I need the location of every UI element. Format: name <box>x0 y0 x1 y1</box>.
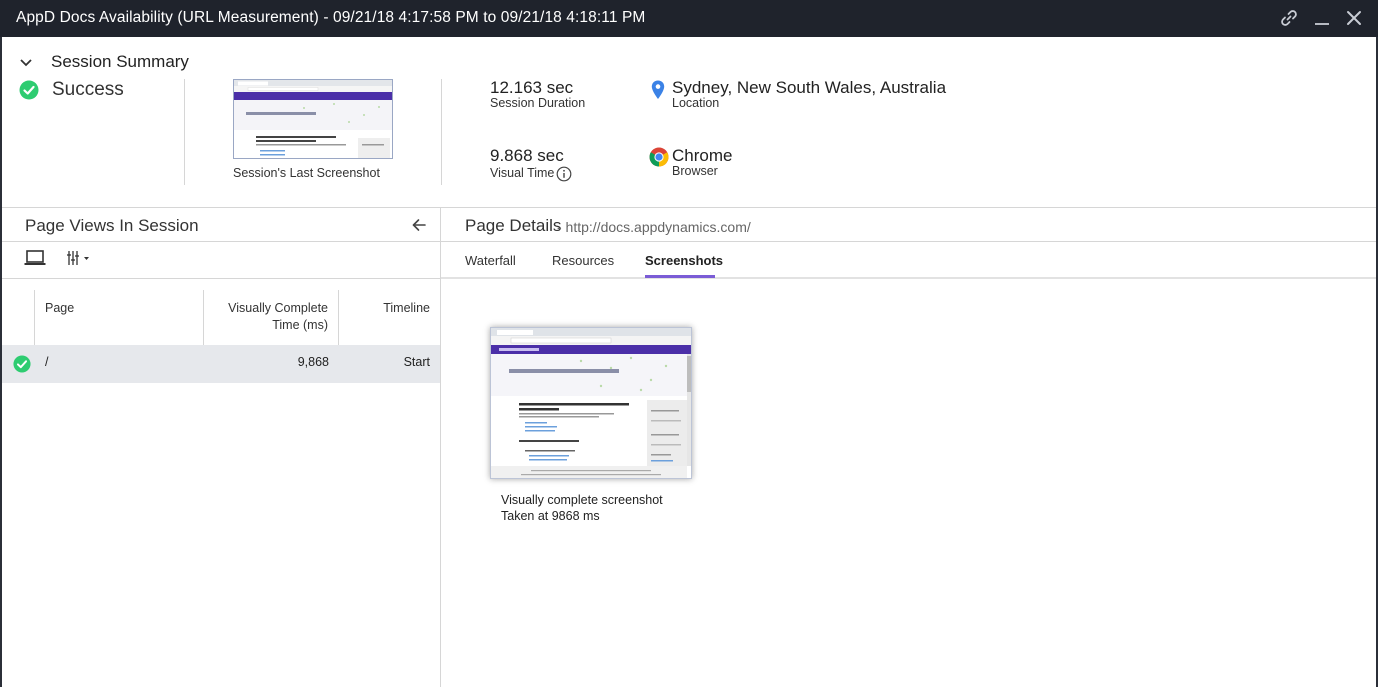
tab-resources[interactable]: Resources <box>552 253 614 268</box>
row-timeline: Start <box>403 355 430 369</box>
column-header-visually-complete[interactable]: Visually Complete <box>228 301 328 315</box>
active-tab-indicator <box>645 275 715 278</box>
row-page: / <box>45 355 49 369</box>
screenshot-image <box>491 328 691 478</box>
screenshot-caption-time: Taken at 9868 ms <box>501 509 600 523</box>
browser-label: Browser <box>672 164 718 178</box>
screenshot-caption-title: Visually complete screenshot <box>501 493 663 507</box>
arrow-left-icon[interactable] <box>411 217 427 233</box>
row-visually-complete: 9,868 <box>297 355 329 369</box>
session-summary-title: Session Summary <box>51 52 189 71</box>
page-views-title: Page Views In Session <box>25 216 199 235</box>
visual-time-label: Visual Time <box>490 166 555 180</box>
column-divider <box>203 290 204 345</box>
divider <box>184 79 185 185</box>
column-header-time-ms[interactable]: Time (ms) <box>272 318 328 332</box>
info-icon[interactable] <box>556 166 572 182</box>
session-duration-label: Session Duration <box>490 96 586 110</box>
column-divider <box>34 290 35 345</box>
page-details-title: Page Details <box>465 216 562 235</box>
visual-time-value: 9.868 sec <box>490 146 564 165</box>
location-label: Location <box>672 96 720 110</box>
chevron-down-icon[interactable] <box>18 53 34 73</box>
tab-bar-divider <box>441 277 1376 279</box>
tab-waterfall[interactable]: Waterfall <box>465 253 516 268</box>
session-status: Success <box>52 79 124 100</box>
divider <box>2 241 440 242</box>
last-screenshot-label: Session's Last Screenshot <box>233 166 380 180</box>
last-screenshot-thumbnail[interactable] <box>233 79 393 159</box>
tab-screenshots[interactable]: Screenshots <box>645 253 723 268</box>
window-title: AppD Docs Availability (URL Measurement)… <box>16 9 646 26</box>
success-check-icon <box>13 355 31 373</box>
chrome-icon <box>649 147 669 167</box>
divider <box>2 278 440 279</box>
minimize-icon[interactable] <box>1311 7 1333 29</box>
visually-complete-screenshot[interactable] <box>490 327 692 479</box>
column-settings-icon[interactable] <box>67 251 91 265</box>
location-pin-icon <box>651 80 665 99</box>
location-value: Sydney, New South Wales, Australia <box>672 78 947 97</box>
column-divider <box>338 290 339 345</box>
column-header-timeline[interactable]: Timeline <box>383 301 430 315</box>
close-icon[interactable] <box>1343 7 1365 29</box>
column-header-page[interactable]: Page <box>45 301 74 315</box>
pane-divider <box>440 207 441 687</box>
table-row[interactable] <box>2 345 440 383</box>
section-divider <box>2 207 1376 208</box>
screenshot-image <box>234 80 392 158</box>
link-icon[interactable] <box>1278 7 1300 29</box>
browser-value: Chrome <box>672 146 733 165</box>
page-details-url: - http://docs.appdynamics.com/ <box>557 219 751 235</box>
divider <box>441 241 1376 242</box>
laptop-icon[interactable] <box>24 250 46 266</box>
session-duration-value: 12.163 sec <box>490 78 574 97</box>
title-bar: AppD Docs Availability (URL Measurement)… <box>0 0 1378 37</box>
divider <box>441 79 442 185</box>
success-check-icon <box>19 80 39 100</box>
